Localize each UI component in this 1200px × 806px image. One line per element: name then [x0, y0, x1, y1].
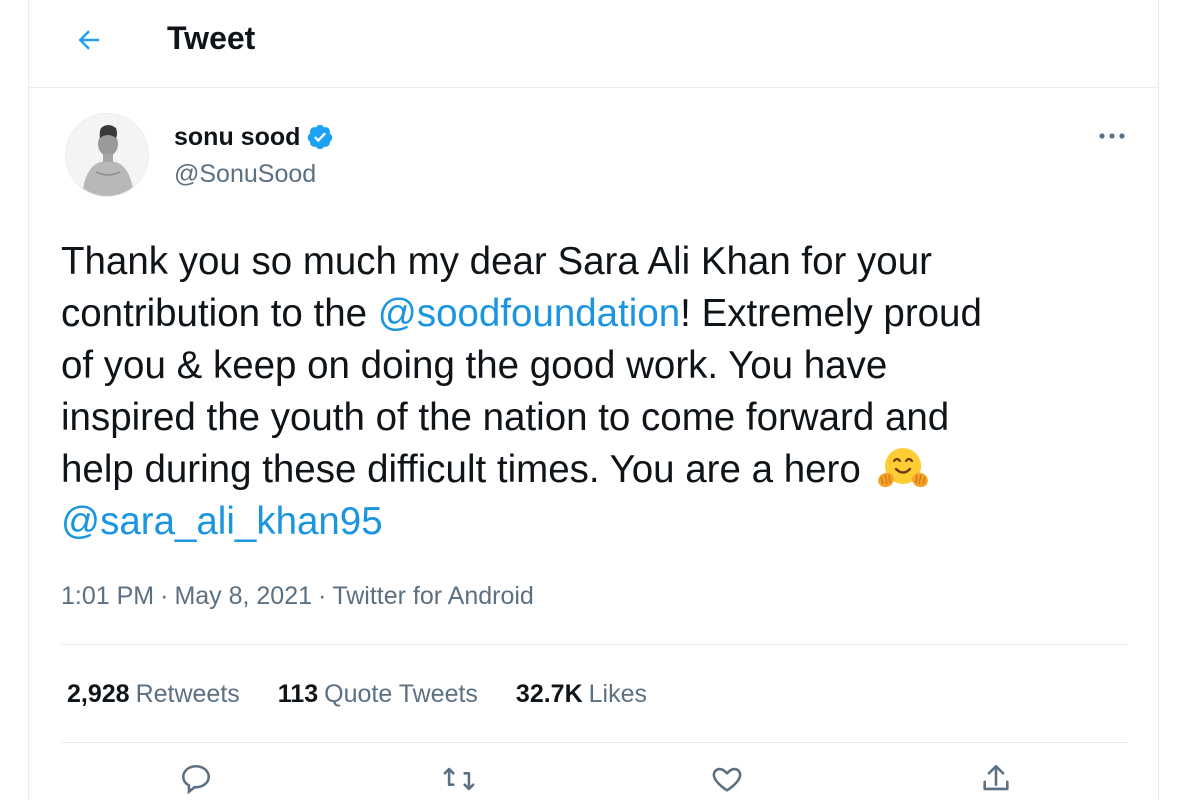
stat-label: Quote Tweets	[324, 680, 478, 708]
tweet-text-line: contribution to the @soodfoundation! Ext…	[61, 288, 1131, 340]
retweet-button[interactable]	[437, 762, 481, 806]
stat-count: 2,928	[67, 680, 130, 708]
tweet-text-segment: ! Extremely proud	[680, 292, 982, 335]
tweet-text-line: @sara_ali_khan95	[61, 496, 1131, 548]
stat-count: 113	[277, 680, 319, 708]
retweet-icon	[443, 767, 475, 791]
tweet-text-segment: help during these difficult times. You a…	[61, 448, 872, 491]
meta-separator: ·	[318, 582, 327, 610]
author-name-text: sonu sood	[174, 123, 301, 151]
tweet-text-line: inspired the youth of the nation to come…	[61, 396, 950, 439]
tweet-meta: 1:01 PM · May 8, 2021 · Twitter for Android	[61, 578, 534, 614]
page-header: Tweet	[29, 0, 1158, 88]
avatar[interactable]	[65, 113, 149, 197]
tweet-date[interactable]: May 8, 2021	[174, 582, 312, 610]
tweet-text-line: Thank you so much my dear Sara Ali Khan …	[61, 240, 932, 283]
more-options-button[interactable]	[1092, 120, 1132, 152]
share-icon	[983, 764, 1009, 791]
tweet-text: Thank you so much my dear Sara Ali Khan …	[61, 236, 1131, 548]
tweet-text-segment: contribution to the	[61, 292, 378, 335]
tweet-text-line: help during these difficult times. You a…	[61, 444, 1131, 496]
share-button[interactable]	[974, 762, 1018, 806]
tweet-time[interactable]: 1:01 PM	[61, 582, 154, 610]
retweets-stat[interactable]: 2,928 Retweets	[67, 676, 240, 712]
verified-badge-icon	[308, 124, 333, 150]
stat-label: Likes	[588, 680, 648, 708]
quote-tweets-stat[interactable]: 113 Quote Tweets	[278, 676, 478, 712]
reply-button[interactable]	[174, 762, 218, 806]
page-title: Tweet	[167, 20, 256, 56]
divider	[61, 742, 1128, 743]
author-handle[interactable]: @SonuSood	[174, 158, 316, 190]
back-button[interactable]	[71, 22, 107, 58]
mention-link-sara-ali-khan95[interactable]: @sara_ali_khan95	[61, 500, 383, 543]
tweet-page: Tweet sonu sood @SonuSood Thank you so m…	[28, 0, 1159, 800]
arrow-left-icon	[78, 30, 99, 50]
meta-separator: ·	[160, 582, 169, 610]
heart-icon	[712, 767, 742, 792]
reply-icon	[181, 764, 211, 795]
stat-label: Retweets	[135, 680, 240, 708]
author-name[interactable]: sonu sood	[174, 122, 334, 152]
likes-stat[interactable]: 32.7K Likes	[516, 676, 647, 712]
more-dots-icon	[1099, 133, 1125, 139]
tweet-stats: 2,928 Retweets 113 Quote Tweets 32.7K Likes	[67, 676, 647, 712]
mention-link-soodfoundation[interactable]: @soodfoundation	[378, 292, 680, 335]
tweet-actions	[29, 762, 1158, 802]
stat-count: 32.7K	[515, 680, 583, 708]
like-button[interactable]	[705, 762, 749, 806]
profile-photo	[66, 114, 148, 196]
tweet-text-line: of you & keep on doing the good work. Yo…	[61, 344, 888, 387]
tweet-source[interactable]: Twitter for Android	[332, 582, 533, 610]
hugging-face-emoji-icon	[878, 448, 929, 488]
divider	[61, 644, 1128, 645]
